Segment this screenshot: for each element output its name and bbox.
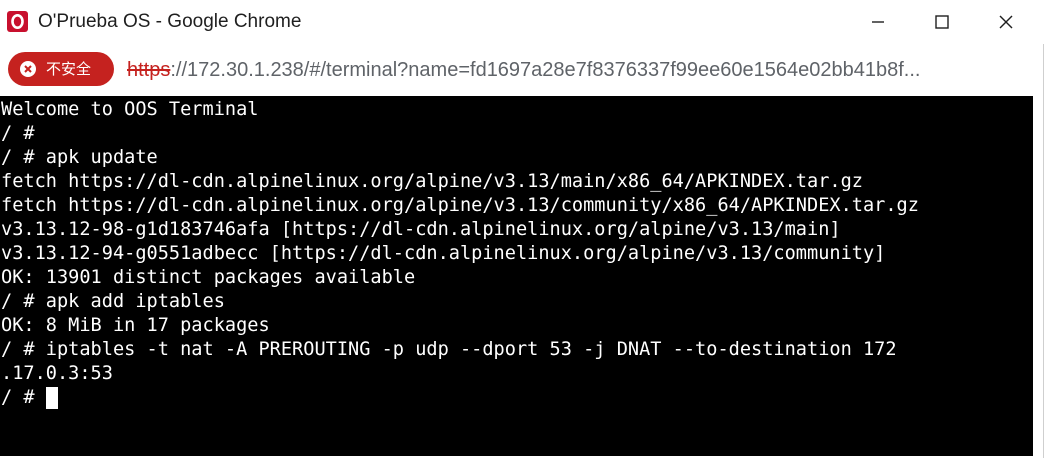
terminal-line: / # apk update xyxy=(1,147,158,168)
maximize-button[interactable] xyxy=(916,0,968,44)
terminal-prompt: / # xyxy=(1,387,46,408)
opera-app-icon xyxy=(7,11,28,32)
terminal-line: v3.13.12-94-g0551adbecc [https://dl-cdn.… xyxy=(1,243,886,264)
terminal-prompt-line[interactable]: / # xyxy=(1,386,919,410)
close-icon xyxy=(999,15,1013,29)
not-secure-icon xyxy=(20,61,36,77)
terminal-line: / # apk add iptables xyxy=(1,291,225,312)
terminal-line: fetch https://dl-cdn.alpinelinux.org/alp… xyxy=(1,171,863,192)
url-field[interactable]: https://172.30.1.238/#/terminal?name=fd1… xyxy=(127,58,1027,82)
terminal-output: Welcome to OOS Terminal / # / # apk upda… xyxy=(1,98,919,410)
terminal-cursor xyxy=(45,387,58,409)
address-bar: 不安全 https://172.30.1.238/#/terminal?name… xyxy=(0,44,1043,94)
terminal-line: Welcome to OOS Terminal xyxy=(1,99,259,120)
security-label: 不安全 xyxy=(46,60,92,78)
title-bar[interactable]: O'Prueba OS - Google Chrome xyxy=(0,0,1044,44)
url-scheme: https xyxy=(127,59,171,81)
terminal-area[interactable]: Welcome to OOS Terminal / # / # apk upda… xyxy=(0,96,1033,456)
security-status-chip[interactable]: 不安全 xyxy=(8,52,114,86)
terminal-line: v3.13.12-98-g1d183746afa [https://dl-cdn… xyxy=(1,219,841,240)
window-title: O'Prueba OS - Google Chrome xyxy=(38,11,302,32)
minimize-button[interactable] xyxy=(852,0,904,44)
close-button[interactable] xyxy=(980,0,1032,44)
terminal-line: / # iptables -t nat -A PREROUTING -p udp… xyxy=(1,339,897,360)
terminal-line: OK: 8 MiB in 17 packages xyxy=(1,315,270,336)
browser-window: O'Prueba OS - Google Chrome 不安全 https://… xyxy=(0,0,1044,458)
url-path: ://172.30.1.238/#/terminal?name=fd1697a2… xyxy=(170,59,921,81)
terminal-line: / # xyxy=(1,123,35,144)
minimize-icon xyxy=(872,21,884,23)
terminal-line: fetch https://dl-cdn.alpinelinux.org/alp… xyxy=(1,195,919,216)
maximize-icon xyxy=(935,15,949,29)
terminal-line: OK: 13901 distinct packages available xyxy=(1,267,416,288)
terminal-line: .17.0.3:53 xyxy=(1,363,113,384)
